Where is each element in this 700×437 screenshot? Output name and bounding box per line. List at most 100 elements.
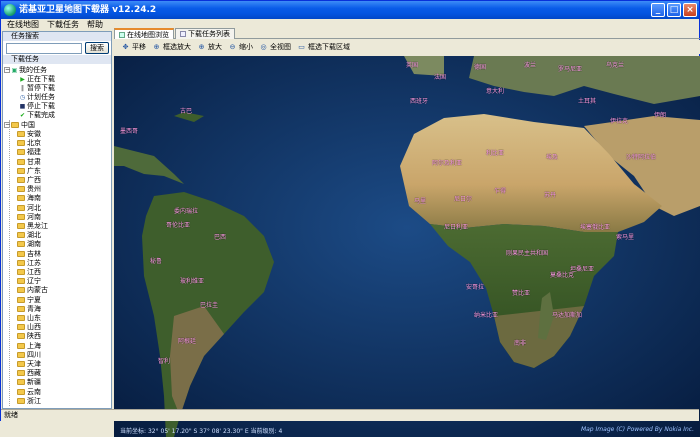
tree-node-province[interactable]: 广西 (17, 176, 41, 184)
label-chile: 智利 (158, 358, 171, 365)
tasks-header: 下载任务 (3, 55, 111, 64)
tree-node-province[interactable]: 天津 (17, 360, 41, 368)
tree-node-province[interactable]: 青海 (17, 305, 41, 313)
label-mozambique: 莫桑比克 (550, 272, 575, 279)
tree-node-province[interactable]: 黑龙江 (17, 222, 48, 230)
zoom-out-button[interactable]: ⊖ 缩小 (225, 41, 256, 53)
tab-online-map[interactable]: 在线地图浏览 (114, 28, 174, 39)
tab-download-list[interactable]: 下载任务列表 (175, 28, 235, 39)
folder-icon (17, 342, 25, 349)
tree-node-province[interactable]: 宁夏 (17, 296, 41, 304)
tree-node-province[interactable]: 福建 (17, 148, 41, 156)
tree-node-province[interactable]: 上海 (17, 342, 41, 350)
label-ukraine: 乌克兰 (606, 62, 625, 69)
tree-node-province[interactable]: 山东 (17, 314, 41, 322)
tree-node-paused[interactable]: ‖ 暂停下载 (19, 84, 55, 92)
folder-icon (17, 259, 25, 266)
province-label: 贵州 (27, 185, 41, 194)
label-iraq: 伊拉克 (610, 118, 629, 125)
province-label: 陕西 (27, 332, 41, 341)
zoom-in-button[interactable]: ⊕ 放大 (194, 41, 225, 53)
tree-node-province[interactable]: 浙江 (17, 397, 41, 405)
tree-node-province[interactable]: 吉林 (17, 250, 41, 258)
menu-download-tasks[interactable]: 下载任务 (43, 19, 83, 31)
app-icon (4, 4, 16, 16)
search-button[interactable]: 搜索 (85, 42, 109, 54)
coord-label: 当前坐标: (120, 428, 147, 435)
tree-node-province[interactable]: 河南 (17, 213, 41, 221)
label-cuba: 古巴 (180, 108, 193, 115)
label-mexico: 墨西哥 (120, 128, 139, 135)
label-algeria: 阿尔及利亚 (432, 160, 463, 167)
label-bolivia: 玻利维亚 (180, 278, 205, 285)
label-sudan: 苏丹 (544, 192, 557, 199)
task-tree: − ▣ 我的任务 ▶ 正在下载 ‖ 暂停下载 ◷ 计划任务 ■ 停止下载 ✔ 下载完成 − 中国… (3, 64, 111, 406)
minimize-button[interactable]: _ (651, 3, 665, 17)
tree-node-province[interactable]: 四川 (17, 351, 41, 359)
tree-node-my-tasks[interactable]: − ▣ 我的任务 (4, 66, 47, 74)
label-angola: 安哥拉 (466, 284, 485, 291)
folder-icon (17, 167, 25, 174)
province-label: 云南 (27, 387, 41, 396)
folder-icon (17, 195, 25, 202)
folder-icon (17, 370, 25, 377)
tree-node-completed[interactable]: ✔ 下载完成 (19, 111, 55, 119)
province-label: 广东 (27, 166, 41, 175)
tree-node-province[interactable]: 新疆 (17, 378, 41, 386)
province-label: 辽宁 (27, 277, 41, 286)
box-select-download-button[interactable]: ▭ 框选下载区域 (294, 41, 353, 53)
folder-icon (17, 269, 25, 275)
menu-online-map[interactable]: 在线地图 (3, 19, 43, 31)
tree-node-province[interactable]: 辽宁 (17, 277, 41, 285)
folder-icon (17, 315, 25, 321)
folder-icon (17, 223, 25, 229)
tree-node-downloading[interactable]: ▶ 正在下载 (19, 75, 55, 83)
title-bar[interactable]: 诺基亚卫星地图下载器 v12.24.2 _ □ × (1, 1, 699, 19)
task-search-input[interactable] (6, 43, 82, 54)
maximize-button[interactable]: □ (667, 3, 681, 17)
tree-node-province[interactable]: 江苏 (17, 259, 41, 267)
label-germany: 德国 (474, 64, 487, 71)
label-argentina: 阿根廷 (178, 338, 197, 345)
folder-icon (17, 305, 25, 312)
label-chad: 乍得 (494, 188, 507, 195)
clock-icon: ◷ (19, 94, 26, 101)
tree-node-province[interactable]: 甘肃 (17, 158, 41, 166)
province-label: 甘肃 (27, 157, 41, 166)
tree-node-province[interactable]: 海南 (17, 194, 41, 202)
province-label: 广西 (27, 176, 41, 184)
tree-node-province[interactable]: 北京 (17, 139, 41, 147)
tree-node-province[interactable]: 贵州 (17, 185, 41, 193)
province-label: 河北 (27, 203, 41, 212)
folder-icon (11, 122, 19, 128)
tree-node-scheduled[interactable]: ◷ 计划任务 (19, 93, 55, 101)
status-text: 就绪 (4, 411, 18, 419)
folder-icon (17, 232, 25, 239)
folder-icon (17, 397, 25, 404)
province-label: 新疆 (27, 378, 41, 387)
pan-button[interactable]: ✥ 平移 (118, 41, 149, 53)
close-button[interactable]: × (683, 3, 697, 17)
label-france: 法国 (434, 74, 447, 81)
tree-node-province[interactable]: 西藏 (17, 369, 41, 377)
tree-node-province[interactable]: 内蒙古 (17, 286, 48, 294)
tree-node-stopped[interactable]: ■ 停止下载 (19, 102, 55, 110)
tree-node-province[interactable]: 湖南 (17, 240, 41, 248)
tree-node-province[interactable]: 云南 (17, 388, 41, 396)
tree-node-province[interactable]: 陕西 (17, 332, 41, 340)
label-romania: 罗马尼亚 (558, 66, 583, 73)
province-label: 青海 (27, 304, 41, 313)
tree-node-province[interactable]: 山西 (17, 323, 41, 331)
tree-node-province[interactable]: 安徽 (17, 130, 41, 138)
tab-strip: 在线地图浏览 下载任务列表 (114, 28, 700, 39)
tree-node-province[interactable]: 广东 (17, 167, 41, 175)
tree-node-province[interactable]: 江西 (17, 268, 41, 276)
box-zoom-in-button[interactable]: ⊕ 框选放大 (149, 41, 194, 53)
map-view[interactable]: 埃及 利比亚 阿尔及利亚 马里 尼日尔 乍得 苏丹 尼日利亚 埃塞俄比亚 索马里… (114, 56, 700, 437)
tree-node-province[interactable]: 湖北 (17, 231, 41, 239)
tree-node-province[interactable]: 河北 (17, 204, 41, 212)
province-label: 湖北 (27, 231, 41, 240)
full-view-button[interactable]: ◎ 全视图 (256, 41, 294, 53)
collapse-icon[interactable]: − (4, 67, 10, 73)
menu-help[interactable]: 帮助 (83, 19, 107, 31)
